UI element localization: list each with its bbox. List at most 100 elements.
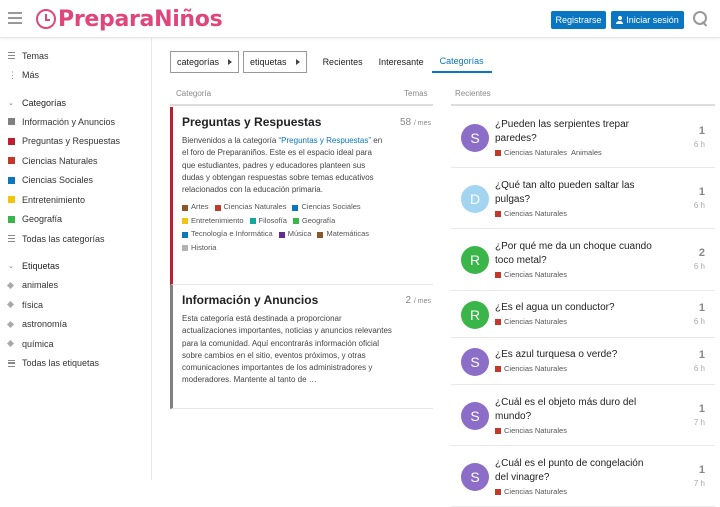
category-color-swatch — [8, 118, 15, 126]
subcategory-link[interactable]: Ciencias Naturales — [214, 201, 286, 213]
categories-dropdown[interactable]: categorías — [170, 51, 240, 73]
sidebar-tags-header[interactable]: ⌄ Etiquetas — [0, 257, 151, 276]
category-description-link[interactable]: “Preguntas y Respuestas” — [279, 136, 372, 145]
caret-right-icon — [295, 59, 300, 65]
topic-title[interactable]: ¿Qué tan alto pueden saltar las pulgas? — [495, 179, 655, 206]
subcategory-label: Tecnología e Informática — [191, 229, 273, 239]
sidebar-item-category[interactable]: Entretenimiento — [0, 190, 151, 210]
site-logo[interactable]: PreparaNiños — [36, 5, 223, 33]
category-row-announcements[interactable]: Información y Anuncios 2 / mes Esta cate… — [170, 285, 433, 409]
topic-category-badge[interactable]: Ciencias Naturales — [495, 487, 567, 496]
avatar[interactable]: R — [461, 246, 489, 274]
topic-category-badge[interactable]: Ciencias Naturales — [495, 317, 567, 326]
column-divider — [451, 104, 715, 106]
topic-title[interactable]: ¿Por qué me da un choque cuando toco met… — [495, 240, 655, 267]
subcategory-link[interactable]: Entretenimiento — [182, 215, 244, 227]
recent-topic-row[interactable]: S ¿Cuál es el objeto más duro del mundo? C… — [451, 385, 715, 446]
topic-reply-count: 1 — [698, 403, 705, 415]
sidebar-item-tag[interactable]: física — [0, 295, 151, 315]
subcategory-color-swatch — [292, 218, 299, 225]
tag-icon — [8, 321, 15, 328]
topics-list-icon — [8, 52, 15, 60]
topic-title[interactable]: ¿Es azul turquesa o verde? — [495, 348, 655, 362]
subcategory-list: Artes Ciencias Naturales Ciencias Sociales… — [182, 201, 402, 255]
subcategory-color-swatch — [182, 231, 188, 238]
sidebar-item-topics[interactable]: Temas — [0, 46, 151, 66]
avatar[interactable]: S — [461, 402, 489, 430]
topic-reply-count: 1 — [698, 349, 705, 361]
topic-category-badge[interactable]: Ciencias Naturales — [495, 209, 567, 218]
recent-topic-row[interactable]: D ¿Qué tan alto pueden saltar las pulgas?… — [451, 168, 715, 229]
all-tags-icon — [8, 359, 15, 367]
topic-title[interactable]: ¿Cuál es el objeto más duro del mundo? — [495, 396, 655, 423]
sidebar-item-category[interactable]: Todas las categorías — [0, 229, 151, 249]
topic-age: 6 h — [693, 317, 705, 326]
category-title[interactable]: Información y Anuncios — [182, 293, 425, 307]
category-title[interactable]: Preguntas y Respuestas — [182, 115, 425, 129]
register-button[interactable]: Registrarse — [551, 11, 606, 29]
subcategory-label: Entretenimiento — [191, 215, 244, 225]
tab-recent[interactable]: Recientes — [315, 51, 371, 73]
sidebar-item-label: Preguntas y Respuestas — [22, 136, 121, 147]
topic-tag[interactable]: Animales — [571, 148, 602, 157]
topic-title[interactable]: ¿Pueden las serpientes trepar paredes? — [495, 118, 655, 145]
subcategory-link[interactable]: Filosofía — [249, 215, 287, 227]
subcategory-link[interactable]: Geografía — [292, 215, 335, 227]
subcategory-link[interactable]: Historia — [182, 242, 216, 254]
sidebar-item-category[interactable]: Información y Anuncios — [0, 112, 151, 132]
category-row-questions[interactable]: Preguntas y Respuestas 58 / mes Bienveni… — [170, 107, 433, 285]
topic-category-label: Ciencias Naturales — [504, 364, 567, 373]
avatar[interactable]: S — [461, 348, 489, 376]
recent-topic-row[interactable]: S ¿Cuál es el punto de congelación del vi… — [451, 446, 715, 507]
sidebar-item-label: animales — [22, 280, 59, 291]
topic-reply-count: 1 — [698, 464, 705, 476]
subcategory-link[interactable]: Matemáticas — [317, 228, 369, 240]
subcategory-link[interactable]: Ciencias Sociales — [292, 201, 361, 213]
sidebar-item-category[interactable]: Preguntas y Respuestas — [0, 132, 151, 152]
topic-age: 6 h — [693, 201, 705, 210]
subcategory-color-swatch — [182, 244, 188, 251]
sidebar-item-tag[interactable]: astronomía — [0, 315, 151, 335]
sidebar-item-category[interactable]: Ciencias Naturales — [0, 151, 151, 171]
sidebar-item-tag[interactable]: química — [0, 334, 151, 354]
recent-topic-row[interactable]: R ¿Por qué me da un choque cuando toco me… — [451, 229, 715, 291]
topic-category-badge[interactable]: Ciencias Naturales — [495, 270, 567, 279]
recent-topic-row[interactable]: R ¿Es el agua un conductor? Ciencias Natur… — [451, 291, 715, 338]
category-color-swatch — [8, 137, 15, 145]
tag-icon — [8, 340, 15, 347]
sidebar-item-tag[interactable]: Todas las etiquetas — [0, 354, 151, 374]
topic-category-badge[interactable]: Ciencias Naturales Animales — [495, 148, 602, 157]
hamburger-menu-icon[interactable] — [8, 12, 22, 24]
avatar[interactable]: S — [461, 124, 489, 152]
topic-reply-count: 1 — [698, 125, 705, 137]
subcategory-link[interactable]: Música — [278, 228, 311, 240]
login-button[interactable]: Iniciar sesión — [611, 11, 684, 29]
sidebar-item-more[interactable]: ⋮ Más — [0, 66, 151, 86]
subcategory-label: Historia — [191, 242, 217, 252]
tags-dropdown[interactable]: etiquetas — [243, 51, 307, 73]
topic-category-badge[interactable]: Ciencias Naturales — [495, 364, 567, 373]
tab-categories[interactable]: Categorías — [431, 51, 492, 73]
recent-topic-row[interactable]: S ¿Pueden las serpientes trepar paredes? C… — [451, 107, 715, 168]
subcategory-color-swatch — [317, 231, 324, 238]
subcategory-link[interactable]: Tecnología e Informática — [182, 228, 273, 240]
tag-icon — [8, 282, 15, 289]
topic-category-badge[interactable]: Ciencias Naturales — [495, 426, 567, 435]
site-header: PreparaNiños Registrarse Iniciar sesión — [0, 0, 720, 38]
avatar[interactable]: D — [461, 185, 489, 213]
search-icon[interactable] — [693, 11, 709, 27]
avatar[interactable]: R — [461, 301, 489, 329]
sidebar-item-tag[interactable]: animales — [0, 276, 151, 296]
sidebar-item-label: Ciencias Sociales — [22, 175, 94, 186]
topic-title[interactable]: ¿Es el agua un conductor? — [495, 301, 655, 315]
sidebar-categories-header[interactable]: ⌄ Categorías — [0, 93, 151, 112]
subcategory-link[interactable]: Artes — [182, 201, 209, 213]
sidebar-item-category[interactable]: Geografía — [0, 210, 151, 230]
navigation-bar: categorías etiquetas Recientes Interesan… — [170, 51, 492, 73]
avatar[interactable]: S — [461, 463, 489, 491]
sidebar-item-category[interactable]: Ciencias Sociales — [0, 171, 151, 191]
sidebar-item-label: Más — [22, 70, 40, 81]
tab-interesting[interactable]: Interesante — [371, 51, 432, 73]
topic-category-label: Ciencias Naturales — [504, 209, 567, 218]
recent-topic-row[interactable]: S ¿Es azul turquesa o verde? Ciencias Natu… — [451, 338, 715, 385]
